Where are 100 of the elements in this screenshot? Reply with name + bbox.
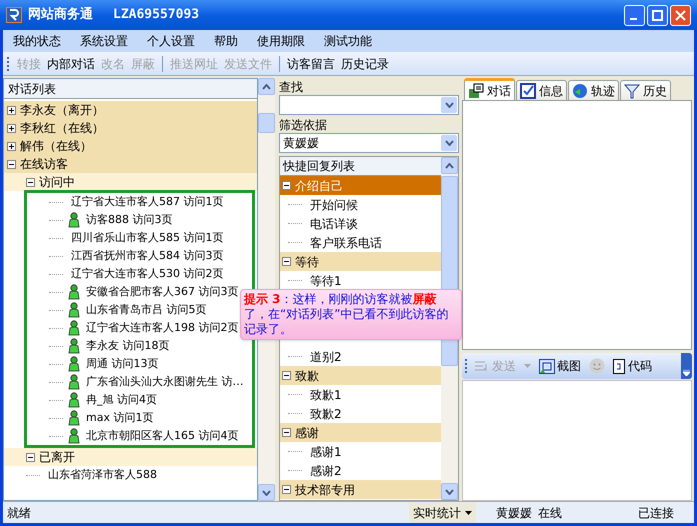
app-logo-icon <box>6 7 22 23</box>
expand-icon[interactable] <box>7 142 16 150</box>
group-label: 李秋红（在线） <box>20 120 104 137</box>
tree-node[interactable]: 李秋红（在线） <box>4 119 257 137</box>
connection-status: 已连接 <box>638 504 674 522</box>
tree-node[interactable]: 已离开 <box>4 448 257 466</box>
dropdown-button[interactable] <box>441 135 457 151</box>
reply-group[interactable]: 致歉 <box>280 366 441 385</box>
visitor-item[interactable]: 辽宁省大连市客人198 访问2页 <box>27 319 238 337</box>
tree-node[interactable]: 访问中 <box>4 173 257 191</box>
reply-group[interactable]: 介绍自己 <box>280 176 441 195</box>
expand-icon[interactable] <box>7 106 16 114</box>
tab[interactable]: 信息 <box>516 80 567 100</box>
visitor-item[interactable]: 辽宁省大连市客人587 访问1页 <box>27 193 224 211</box>
visitor-item[interactable]: 四川省乐山市客人585 访问1页 <box>27 229 224 247</box>
collapse-icon[interactable] <box>282 371 291 380</box>
reply-item[interactable]: 道别2 <box>280 347 441 366</box>
toolbar-button[interactable]: 内部对话 <box>44 54 98 72</box>
visitor-item[interactable]: 安徽省合肥市客人367 访问3页 <box>27 283 238 301</box>
reply-item[interactable]: 感谢2 <box>280 461 441 480</box>
tab[interactable]: 轨迹 <box>568 80 619 100</box>
visitor-item[interactable]: max 访问1页 <box>27 409 154 427</box>
code-button[interactable]: 代码 <box>611 357 654 375</box>
overflow-button[interactable] <box>681 353 692 379</box>
minimize-icon <box>630 18 636 20</box>
collapse-icon[interactable] <box>26 452 35 462</box>
collapse-icon[interactable] <box>282 181 291 190</box>
screenshot-button[interactable]: 截图 <box>537 357 583 375</box>
maximize-button[interactable] <box>647 4 668 26</box>
expand-icon[interactable] <box>7 124 16 132</box>
scroll-up-button[interactable] <box>441 157 458 174</box>
reply-group[interactable]: 感谢 <box>280 423 441 442</box>
menu-item[interactable]: 测试功能 <box>324 32 372 50</box>
menu-item[interactable]: 个人设置 <box>147 32 195 50</box>
menu-item[interactable]: 帮助 <box>214 32 238 50</box>
dropdown-button[interactable] <box>441 97 457 113</box>
smiley-icon <box>589 358 605 374</box>
tab[interactable]: 历史 <box>620 80 671 100</box>
visitor-item[interactable]: 辽宁省大连市客人530 访问2页 <box>27 265 224 283</box>
scroll-thumb[interactable] <box>258 113 275 133</box>
reply-group[interactable]: 技术部专用 <box>280 480 441 499</box>
collapse-icon[interactable] <box>282 485 291 494</box>
reply-item[interactable]: 开始问候 <box>280 195 441 214</box>
tree-node[interactable]: 在线访客 <box>4 155 257 173</box>
close-icon <box>675 10 686 20</box>
reply-item[interactable]: 客户联系电话 <box>280 233 441 252</box>
visitor-label: 江西省抚州市客人584 访问3页 <box>71 248 224 264</box>
reply-item[interactable]: 致歉1 <box>280 385 441 404</box>
group-label: 李永友（离开） <box>20 102 104 119</box>
tree-node[interactable]: 解伟（在线） <box>4 137 257 155</box>
reply-item[interactable]: 等待1 <box>280 271 441 290</box>
visitor-item[interactable]: 江西省抚州市客人584 访问3页 <box>27 247 224 265</box>
visitor-label: 辽宁省大连市客人530 访问2页 <box>71 266 224 282</box>
menu-item[interactable]: 我的状态 <box>13 32 61 50</box>
scroll-down-button[interactable] <box>441 483 458 500</box>
visitor-item[interactable]: 山东省青岛市吕 访问5页 <box>27 301 206 319</box>
tree-node[interactable]: 李永友（离开） <box>4 101 257 119</box>
visitor-item[interactable]: 北京市朝阳区客人165 访问4页 <box>27 427 238 445</box>
reply-item[interactable]: 感谢1 <box>280 442 441 461</box>
close-button[interactable] <box>670 4 691 26</box>
search-label: 查找 <box>279 79 304 95</box>
globe-icon <box>572 82 588 98</box>
toolbar-button[interactable]: 历史记录 <box>338 54 392 72</box>
tab[interactable]: 对话 <box>464 78 515 100</box>
scroll-down-button[interactable] <box>258 484 275 501</box>
visitor-item[interactable]: 周通 访问13页 <box>27 355 158 373</box>
person-icon <box>67 212 81 228</box>
visitor-label: 山东省青岛市吕 访问5页 <box>86 302 206 318</box>
visitor-item[interactable]: 广东省汕头汕大永图谢先生 访… <box>27 373 244 391</box>
collapse-icon[interactable] <box>7 160 16 168</box>
person-icon <box>67 320 81 336</box>
reply-group[interactable]: 等待 <box>280 252 441 271</box>
collapse-icon[interactable] <box>26 178 35 186</box>
visitor-label: 辽宁省大连市客人587 访问1页 <box>71 194 224 210</box>
message-input[interactable] <box>462 380 692 501</box>
reply-item[interactable]: 致歉2 <box>280 404 441 423</box>
group-label: 解伟（在线） <box>20 138 92 155</box>
visitor-item[interactable]: 山东省菏泽市客人588 <box>4 466 157 484</box>
visitor-label: 访客888 访问3页 <box>86 212 172 228</box>
visitor-label: 四川省乐山市客人585 访问1页 <box>71 230 224 246</box>
stats-button[interactable]: 实时统计 <box>409 502 476 522</box>
toolbar-button[interactable]: 访客留言 <box>284 54 338 72</box>
collapse-icon[interactable] <box>282 428 291 437</box>
visitor-label: 山东省菏泽市客人588 <box>48 466 157 483</box>
visitor-label: 辽宁省大连市客人198 访问2页 <box>86 320 238 336</box>
visitor-item[interactable]: 冉_旭 访问4页 <box>27 391 157 409</box>
search-combo[interactable] <box>279 95 459 115</box>
minimize-button[interactable] <box>624 4 645 26</box>
account-id: LZA69557093 <box>113 6 200 24</box>
visitor-label: 安徽省合肥市客人367 访问3页 <box>86 284 238 300</box>
menu-item[interactable]: 系统设置 <box>80 32 128 50</box>
menu-item[interactable]: 使用期限 <box>257 32 305 50</box>
visitor-item[interactable]: 访客888 访问3页 <box>27 211 172 229</box>
person-icon <box>67 356 81 372</box>
filter-combo[interactable]: 黄媛媛 <box>279 133 459 153</box>
collapse-icon[interactable] <box>282 257 291 266</box>
reply-item[interactable]: 电话详谈 <box>280 214 441 233</box>
visitor-item[interactable]: 李永友 访问18页 <box>27 337 170 355</box>
scroll-up-button[interactable] <box>258 78 275 95</box>
person-icon <box>67 284 81 300</box>
